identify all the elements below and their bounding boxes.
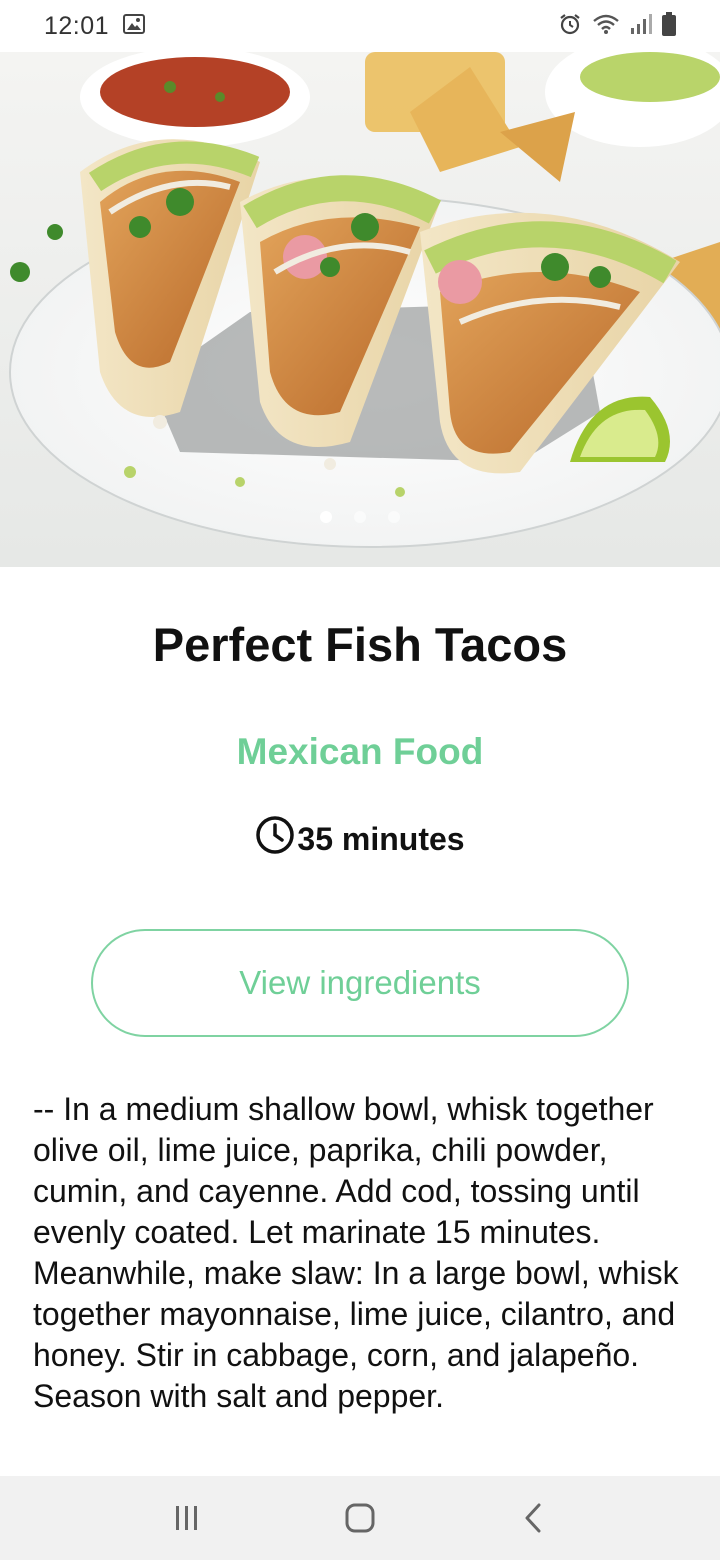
recipe-photo-carousel[interactable] [0,52,720,567]
image-icon [123,13,146,39]
signal-icon [630,13,652,40]
recipe-time-label: 35 minutes [297,820,465,857]
recipe-title: Perfect Fish Tacos [152,618,568,671]
status-time: 12:01 [44,11,110,40]
recipe-time: 35 minutes [0,815,720,863]
home-button[interactable] [320,1488,400,1548]
status-right [558,11,676,41]
back-icon [525,1503,541,1533]
pager-dot [388,511,400,523]
recents-button[interactable] [147,1488,227,1548]
system-nav-bar [0,1476,720,1560]
fish-tacos-photo [0,52,720,567]
battery-icon [662,11,676,41]
wifi-icon [592,13,620,40]
home-icon [345,1503,375,1533]
recipe-instructions: -- In a medium shallow bowl, whisk toget… [33,1091,679,1414]
recipe-category: Mexican Food [236,731,484,772]
clock-icon [255,815,295,863]
alarm-icon [558,12,582,41]
view-ingredients-button[interactable]: View ingredients [91,929,629,1037]
back-button[interactable] [493,1488,573,1548]
recents-icon [175,1506,197,1530]
pager-dot [320,511,332,523]
carousel-pager [0,511,720,523]
pager-dot [354,511,366,523]
recipe-detail-screen: 12:01 Perfect Fish Tacos Mexican Food 35… [0,0,720,1560]
status-left: 12:01 [44,11,146,41]
status-bar: 12:01 [0,0,720,52]
